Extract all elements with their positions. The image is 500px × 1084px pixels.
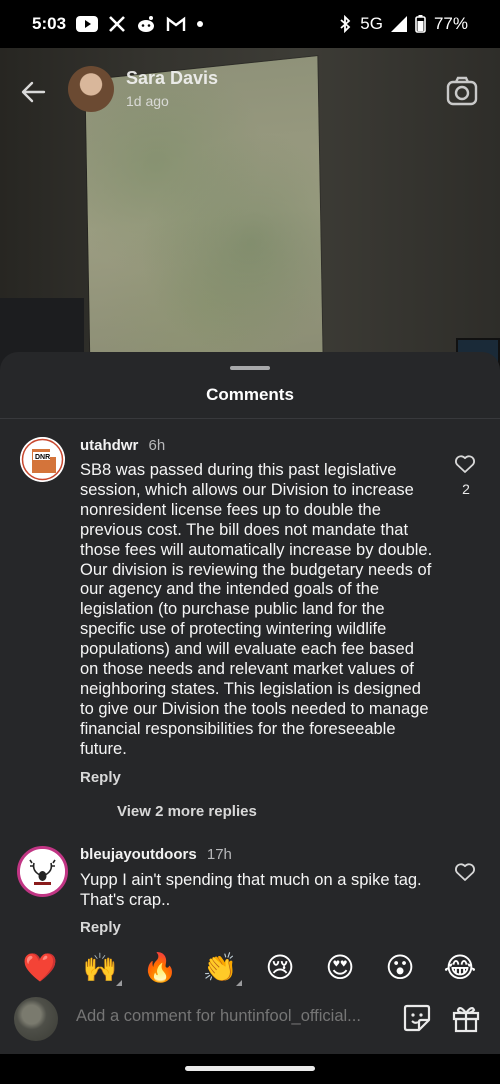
reaction-clap[interactable]: 👏 [200,950,242,986]
sticker-icon[interactable] [401,1002,433,1034]
reaction-heart-eyes[interactable]: 😍 [320,951,360,984]
battery-icon [415,15,426,33]
antler-logo-icon [20,849,65,894]
skin-tone-indicator-icon [116,979,122,986]
status-bar: 5:03 5G 77% [0,0,500,48]
story-user-avatar[interactable] [68,66,114,112]
back-arrow-icon[interactable] [18,76,50,108]
comment-time: 17h [206,846,232,863]
story-view[interactable]: Sara Davis 1d ago [0,48,500,378]
system-nav-bar [0,1054,500,1084]
comment-text: SB8 was passed during this past legislat… [80,461,433,758]
dnr-logo-text: DNR [35,454,50,461]
reaction-raised-hands-glyph: 🙌 [82,950,118,984]
like-count: 2 [462,481,470,497]
gmail-icon [166,16,186,32]
comment-composer [0,995,500,1041]
current-user-avatar [14,997,58,1041]
network-label: 5G [360,14,383,33]
story-username[interactable]: Sara Davis [126,68,218,89]
comment-text: Yupp I ain't spending that much on a spi… [80,871,422,909]
reaction-heart[interactable]: ❤️ [20,951,60,984]
signal-icon [390,16,407,32]
notification-dot-icon [196,20,204,28]
story-posted-time: 1d ago [126,93,169,109]
reply-button[interactable]: Reply [80,919,121,936]
comment-meta: utahdwr 6h [80,437,165,454]
youtube-icon [76,16,99,32]
reaction-clap-glyph: 👏 [202,950,238,984]
home-gesture-pill[interactable] [185,1066,315,1071]
reaction-surprised[interactable]: 😮 [380,951,420,984]
commenter-avatar[interactable] [17,846,68,897]
sheet-drag-handle[interactable] [230,366,270,370]
commenter-avatar[interactable]: DNR [20,437,65,482]
comment-username[interactable]: utahdwr [80,437,138,454]
heart-icon[interactable] [454,454,476,474]
story-header: Sara Davis 1d ago [0,48,500,118]
comment-time: 6h [148,437,166,454]
gift-icon[interactable] [450,1002,482,1034]
x-icon [108,15,126,33]
comment-meta: bleujayoutdoors 17h [80,846,232,863]
camera-icon[interactable] [446,76,478,106]
dnr-logo-icon: DNR [20,437,65,482]
reaction-laughing[interactable]: 😂 [440,951,480,984]
quick-reactions-row: ❤️ 🙌 🔥 👏 😢 😍 😮 😂 [0,944,500,990]
reaction-raised-hands[interactable]: 🙌 [80,950,122,986]
reddit-icon [136,15,156,33]
sheet-title: Comments [206,385,294,404]
reply-button[interactable]: Reply [80,769,121,786]
bluetooth-icon [338,15,352,33]
sheet-divider [0,418,500,419]
battery-percent: 77% [433,14,468,33]
comment-input[interactable] [76,1007,381,1026]
reaction-crying[interactable]: 😢 [260,951,300,984]
heart-icon[interactable] [454,862,476,882]
view-more-replies-button[interactable]: View 2 more replies [117,803,257,820]
comment-username[interactable]: bleujayoutdoors [80,846,197,863]
status-time: 5:03 [32,14,67,33]
skin-tone-indicator-icon [236,979,242,986]
reaction-fire[interactable]: 🔥 [140,951,180,984]
